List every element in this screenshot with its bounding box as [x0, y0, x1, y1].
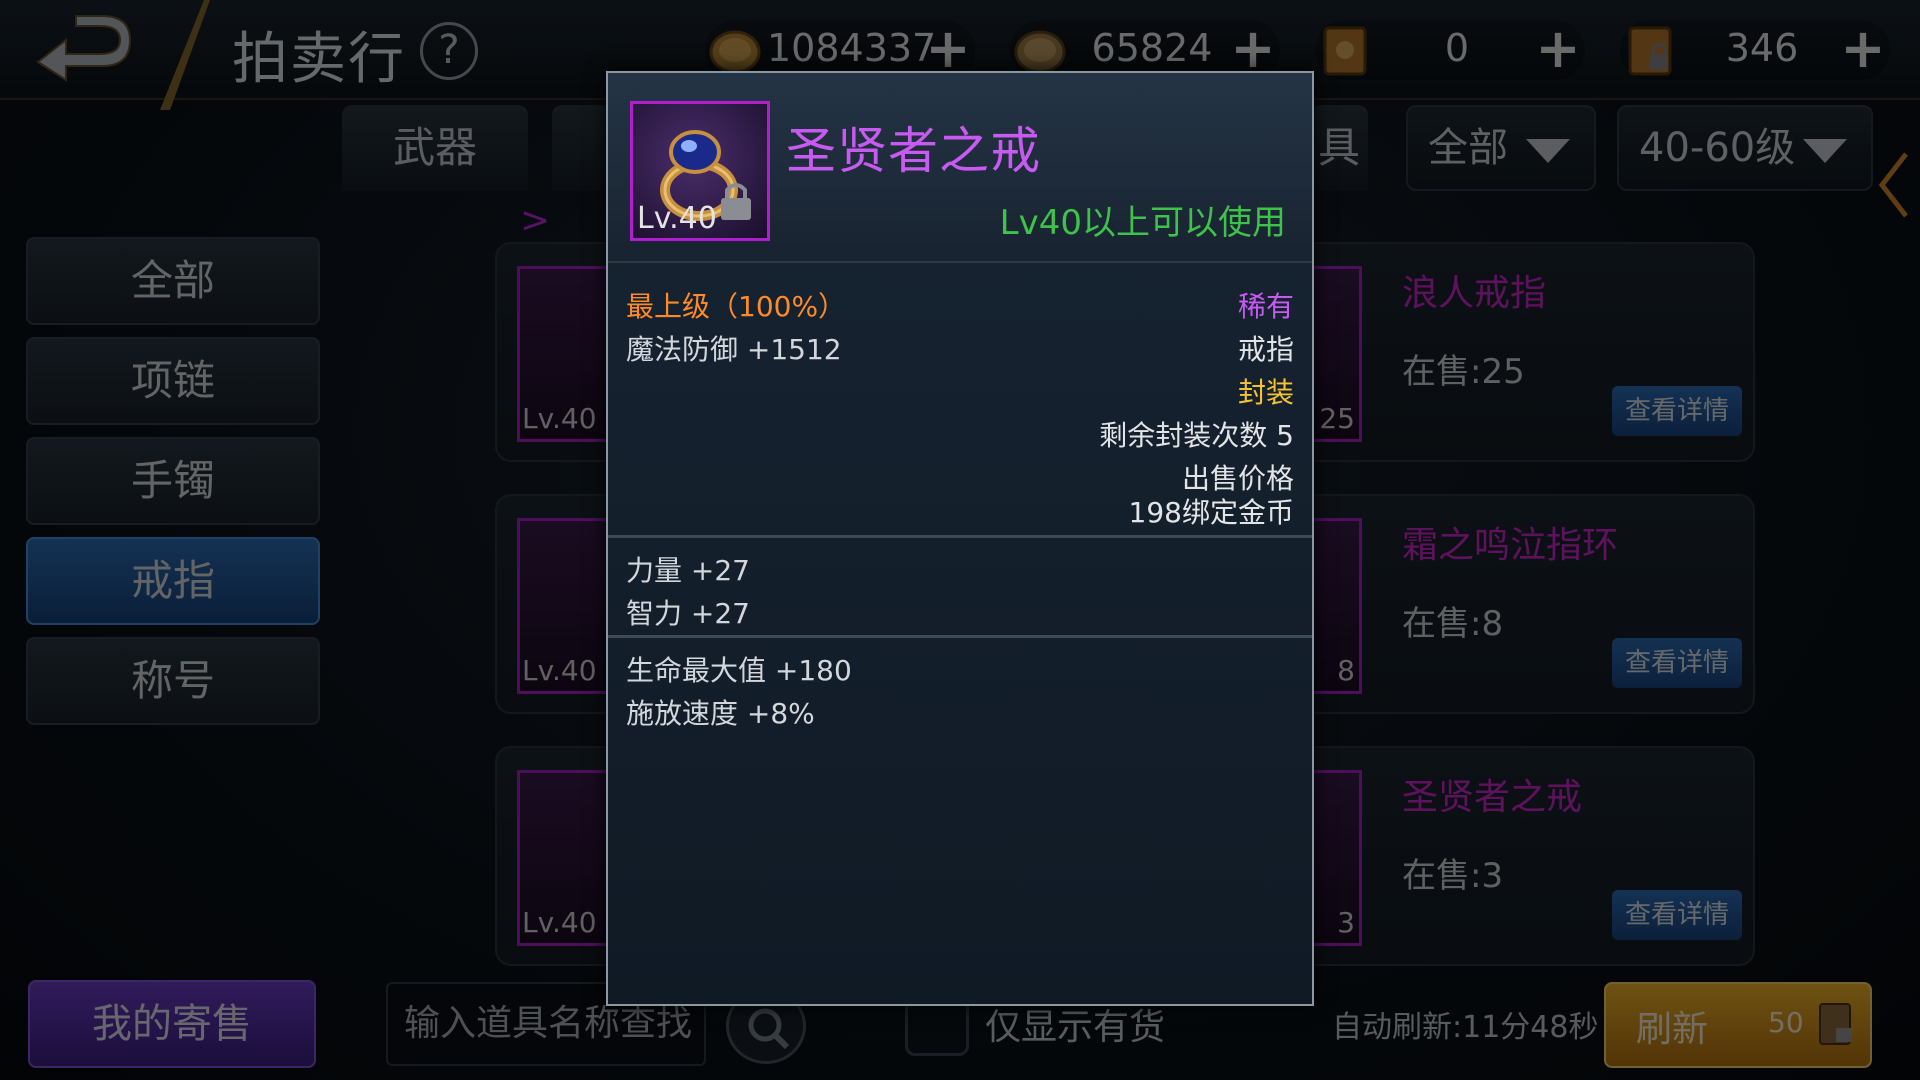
item-stock: 在售:25 — [1402, 352, 1525, 392]
locked-scroll-icon — [1819, 1003, 1852, 1045]
item-stock: 在售:8 — [1402, 604, 1504, 644]
level-filter-value: 40-60级 — [1639, 125, 1796, 171]
bound-gold-amount: 65824 — [1091, 26, 1213, 70]
seal-count: 剩余封装次数 5 — [1099, 419, 1294, 452]
sidebar-item-all[interactable]: 全部 — [26, 237, 320, 325]
rarity-label: 稀有 — [1237, 290, 1294, 323]
item-level: Lv.40 — [637, 201, 717, 236]
refresh-cost: 50 — [1768, 1006, 1804, 1039]
view-details-button[interactable]: 查看详情 — [1612, 638, 1742, 688]
chevron-down-icon — [1803, 139, 1847, 163]
add-scroll-button[interactable]: + — [1533, 22, 1583, 78]
popup-header: Lv.40 圣贤者之戒 Lv40以上可以使用 — [608, 73, 1312, 263]
tab-weapon[interactable]: 武器 — [342, 105, 528, 191]
ring-item-icon: Lv.40 — [517, 266, 609, 442]
auto-refresh-timer: 自动刷新:11分48秒 — [1332, 1010, 1599, 1045]
main-stat: 魔法防御 +1512 — [626, 333, 842, 366]
stat-strength: 力量 +27 — [626, 554, 750, 587]
item-level: Lv.40 — [522, 654, 597, 687]
item-count: 25 — [1319, 402, 1355, 435]
tab-misc[interactable]: 具 — [1310, 105, 1368, 191]
item-count: 8 — [1337, 654, 1355, 687]
help-button[interactable]: ? — [420, 22, 478, 80]
item-name: 霜之鸣泣指环 — [1402, 525, 1619, 566]
type-filter-dropdown[interactable]: 全部 — [1406, 105, 1596, 191]
refresh-label: 刷新 — [1636, 1009, 1709, 1050]
breadcrumb-arrow: > — [520, 200, 551, 241]
sidebar-item-ring[interactable]: 戒指 — [26, 537, 320, 625]
ring-item-icon: 25 — [1307, 266, 1362, 442]
item-name: 圣贤者之戒 — [1402, 777, 1583, 818]
quality-label: 最上级（100%） — [626, 290, 847, 323]
sidebar-item-necklace[interactable]: 项链 — [26, 337, 320, 425]
item-stock: 在售:3 — [1402, 856, 1504, 896]
locked-scroll-amount: 346 — [1725, 26, 1799, 70]
ring-item-icon: Lv.40 — [630, 101, 770, 241]
ring-item-icon: 8 — [1307, 518, 1362, 694]
sidebar-item-title[interactable]: 称号 — [26, 637, 320, 725]
sealed-status: 封装 — [1237, 376, 1294, 409]
slot-type: 戒指 — [1237, 333, 1294, 366]
view-details-button[interactable]: 查看详情 — [1612, 890, 1742, 940]
my-consign-button[interactable]: 我的寄售 — [28, 980, 316, 1068]
search-icon — [748, 1008, 790, 1050]
stat-intelligence: 智力 +27 — [626, 597, 750, 630]
type-filter-value: 全部 — [1428, 125, 1508, 171]
title-divider-icon — [160, 0, 210, 110]
add-bound-gold-button[interactable]: + — [1228, 22, 1278, 78]
add-gold-button[interactable]: + — [923, 22, 973, 78]
tab-armor[interactable] — [552, 105, 612, 191]
price-value: 198绑定金币 — [1128, 496, 1294, 529]
currency-scroll: 0 + — [1315, 20, 1585, 80]
add-locked-scroll-button[interactable]: + — [1838, 22, 1888, 78]
ring-item-icon: Lv.40 — [517, 518, 609, 694]
currency-locked-scroll: 346 + — [1620, 20, 1890, 80]
item-level: Lv.40 — [522, 402, 597, 435]
collapse-arrow-icon[interactable] — [1876, 150, 1912, 220]
sidebar-item-bracelet[interactable]: 手镯 — [26, 437, 320, 525]
divider — [608, 635, 1312, 638]
divider — [608, 535, 1312, 538]
ring-item-icon: 3 — [1307, 770, 1362, 946]
scroll-amount: 0 — [1444, 26, 1470, 70]
stat-cast-speed: 施放速度 +8% — [626, 697, 815, 730]
back-button[interactable] — [28, 10, 138, 90]
scroll-icon — [1323, 26, 1367, 76]
level-requirement: Lv40以上可以使用 — [999, 203, 1286, 243]
level-filter-dropdown[interactable]: 40-60级 — [1617, 105, 1873, 191]
item-name: 圣贤者之戒 — [786, 122, 1041, 180]
page-title: 拍卖行 — [232, 27, 406, 92]
ring-item-icon: Lv.40 — [517, 770, 609, 946]
refresh-button[interactable]: 刷新 50 — [1604, 982, 1872, 1068]
item-level: Lv.40 — [522, 906, 597, 939]
locked-scroll-icon — [1628, 26, 1672, 76]
item-count: 3 — [1337, 906, 1355, 939]
back-arrow-icon — [36, 15, 132, 82]
chevron-down-icon — [1526, 139, 1570, 163]
gold-amount: 1084337 — [767, 26, 937, 70]
view-details-button[interactable]: 查看详情 — [1612, 386, 1742, 436]
item-name: 浪人戒指 — [1402, 273, 1547, 314]
stat-max-hp: 生命最大值 +180 — [626, 654, 852, 687]
item-detail-popup: Lv.40 圣贤者之戒 Lv40以上可以使用 最上级（100%） 稀有 魔法防御… — [606, 71, 1314, 1006]
